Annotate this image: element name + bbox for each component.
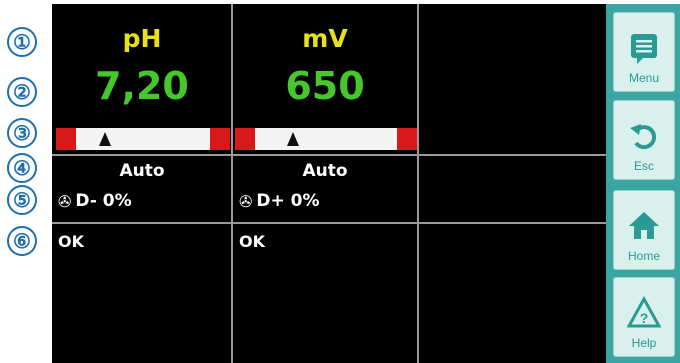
help-icon: ? <box>627 296 661 328</box>
channel-1-title: pH <box>122 24 162 53</box>
menu-icon <box>631 34 657 64</box>
help-label: Help <box>631 336 657 350</box>
channel-1-mode: Auto <box>119 161 165 181</box>
channel-2-indicator <box>287 132 300 146</box>
channel-2-value[interactable]: 650 <box>235 64 415 108</box>
controller-display: pH 7,20 Auto ✇ D- 0% OK mV 650 Auto ✇ D+… <box>52 4 606 363</box>
low-alarm-zone <box>56 128 76 150</box>
low-alarm-zone <box>235 128 255 150</box>
channel-2-dosing: ✇ D+ 0% <box>239 191 320 211</box>
channel-2-range-bar <box>235 128 417 150</box>
high-alarm-zone <box>397 128 417 150</box>
channel-1-status: OK <box>58 232 84 251</box>
back-arrow-icon <box>630 124 657 150</box>
home-button[interactable]: Home <box>613 190 675 270</box>
marker-1: ① <box>7 27 37 57</box>
menu-button[interactable]: Menu <box>613 12 675 92</box>
marker-4: ④ <box>7 153 37 183</box>
home-label: Home <box>627 249 660 263</box>
dosing-pump-icon: ✇ <box>58 191 72 211</box>
row-divider <box>52 154 606 156</box>
channel-1-dosing: ✇ D- 0% <box>58 191 132 211</box>
menu-label: Menu <box>628 71 660 85</box>
channel-1-value[interactable]: 7,20 <box>52 64 232 108</box>
channel-1-indicator <box>98 132 111 146</box>
help-button[interactable]: ? Help <box>613 277 675 357</box>
marker-6: ⑥ <box>7 226 37 256</box>
channel-2-status: OK <box>239 232 265 251</box>
row-markers: ① ② ③ ④ ⑤ ⑥ <box>0 0 52 363</box>
sidebar: Menu Esc Home ? Help <box>606 4 680 363</box>
channel-2-title: mV <box>302 24 348 53</box>
column-divider <box>417 4 419 363</box>
channel-1-range-bar <box>56 128 230 150</box>
svg-text:?: ? <box>640 310 649 326</box>
dosing-pump-icon: ✇ <box>239 191 253 211</box>
channel-2-dose-value: D+ 0% <box>256 191 320 211</box>
marker-2: ② <box>7 77 37 107</box>
marker-3: ③ <box>7 118 37 148</box>
home-icon <box>629 212 659 239</box>
high-alarm-zone <box>210 128 230 150</box>
marker-5: ⑤ <box>7 185 37 215</box>
esc-label: Esc <box>633 159 654 173</box>
row-divider <box>52 222 606 224</box>
column-divider <box>231 4 233 363</box>
channel-1-dose-value: D- 0% <box>75 191 132 211</box>
esc-button[interactable]: Esc <box>613 100 675 180</box>
channel-2-mode: Auto <box>302 161 348 181</box>
